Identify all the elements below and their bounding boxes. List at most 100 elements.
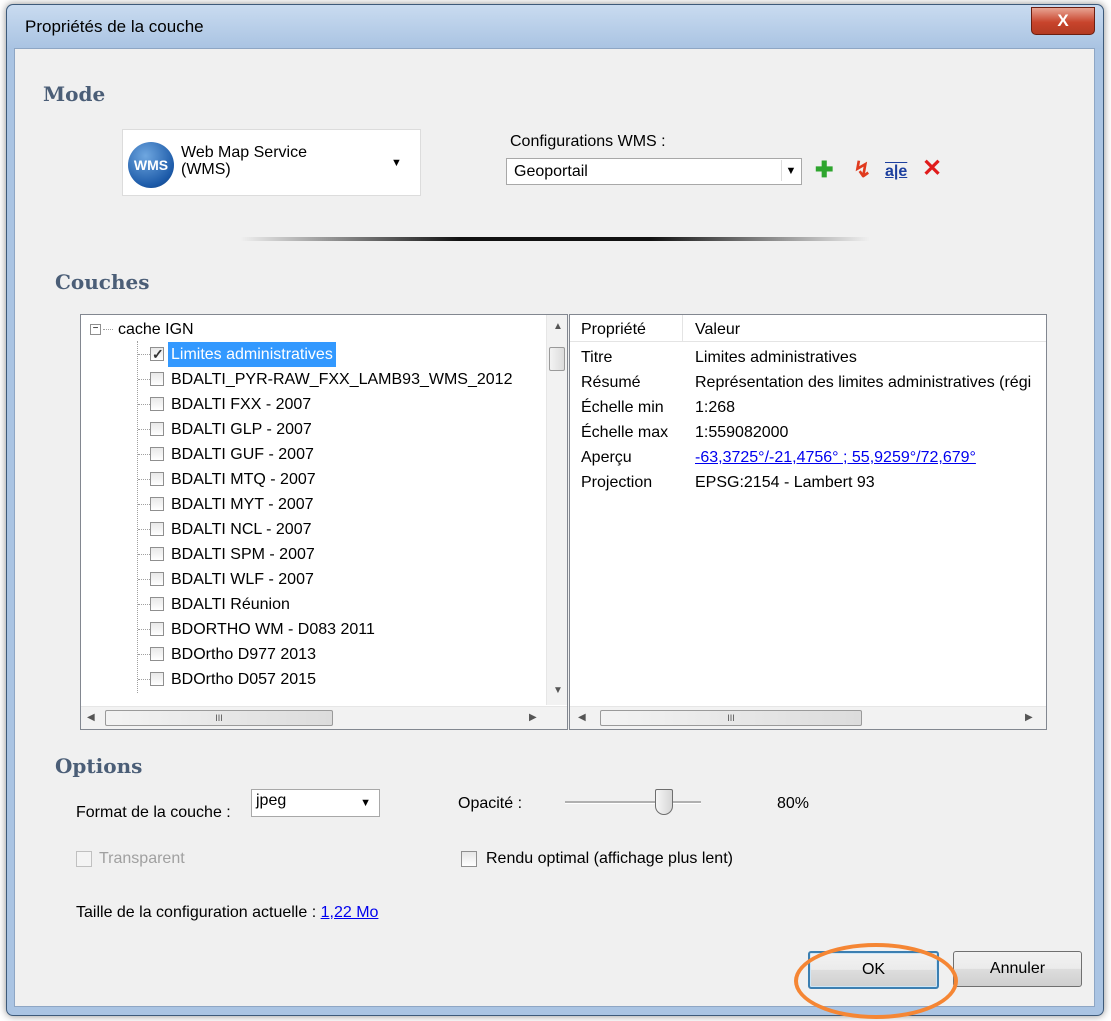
tree-connector (138, 479, 150, 480)
header-property[interactable]: Propriété (581, 321, 646, 339)
layer-tree-item[interactable]: BDOrtho D977 2013 (81, 642, 541, 667)
layer-checkbox[interactable] (150, 522, 164, 536)
tree-connector (138, 354, 150, 355)
scroll-thumb[interactable]: III (105, 710, 333, 726)
tree-root-label: cache IGN (118, 321, 194, 338)
layer-checkbox[interactable] (150, 572, 164, 586)
property-key: Échelle max (581, 424, 669, 441)
rename-config-icon[interactable]: a|e (885, 159, 907, 185)
scroll-left-icon[interactable]: ◀ (87, 712, 95, 723)
layer-checkbox[interactable] (150, 547, 164, 561)
layer-tree-item[interactable]: BDALTI FXX - 2007 (81, 392, 541, 417)
mode-dropdown[interactable]: WMS Web Map Service (WMS) ▼ (122, 129, 421, 196)
transparent-checkbox[interactable] (76, 851, 92, 867)
wms-config-select[interactable]: Geoportail ▼ (506, 158, 802, 185)
format-label: Format de la couche : (76, 804, 231, 821)
layer-checkbox[interactable] (150, 597, 164, 611)
config-size-link[interactable]: 1,22 Mo (321, 904, 379, 921)
properties-list[interactable]: Propriété Valeur Titre Limites administra… (569, 314, 1047, 730)
layer-checkbox[interactable] (150, 622, 164, 636)
layer-tree-item[interactable]: BDALTI SPM - 2007 (81, 542, 541, 567)
layer-label: BDALTI NCL - 2007 (171, 521, 312, 538)
add-config-icon[interactable]: ✚ (815, 157, 833, 183)
property-row[interactable]: Projection EPSG:2154 - Lambert 93 (570, 470, 1046, 495)
wms-logo-icon: WMS (128, 142, 174, 188)
tree-root[interactable]: − cache IGN (81, 317, 541, 342)
property-row[interactable]: Aperçu -63,3725°/-21,4756° ; 55,9259°/72,… (570, 445, 1046, 470)
layer-tree-item[interactable]: BDALTI GLP - 2007 (81, 417, 541, 442)
scroll-down-icon[interactable]: ▼ (553, 685, 563, 696)
chevron-down-icon: ▼ (391, 157, 402, 169)
refresh-config-icon[interactable]: ↯ (853, 157, 871, 183)
section-separator (240, 237, 870, 241)
layer-label: BDALTI SPM - 2007 (171, 546, 315, 563)
layer-tree-item[interactable]: BDALTI Réunion (81, 592, 541, 617)
properties-horizontal-scrollbar[interactable]: ◀ III ▶ (570, 706, 1046, 729)
layer-label: BDOrtho D977 2013 (171, 646, 316, 663)
opacity-slider-track[interactable] (565, 801, 701, 804)
layer-label: BDALTI FXX - 2007 (171, 396, 312, 413)
property-key: Projection (581, 474, 653, 491)
layer-checkbox[interactable] (150, 672, 164, 686)
title-bar[interactable]: Propriétés de la couche X (7, 5, 1103, 49)
properties-header: Propriété Valeur (570, 315, 1046, 342)
tree-connector (138, 654, 150, 655)
layer-tree-item[interactable]: BDALTI MTQ - 2007 (81, 467, 541, 492)
layer-checkbox[interactable] (150, 647, 164, 661)
collapse-icon[interactable]: − (90, 324, 101, 335)
property-value: Représentation des limites administrativ… (695, 374, 1032, 391)
scroll-thumb[interactable]: III (600, 710, 862, 726)
property-key: Échelle min (581, 399, 664, 416)
close-button[interactable]: X (1031, 7, 1095, 35)
layer-label: BDALTI MYT - 2007 (171, 496, 314, 513)
delete-config-icon[interactable]: ✕ (922, 156, 942, 182)
scroll-left-icon[interactable]: ◀ (578, 712, 586, 723)
layer-tree-item[interactable]: BDALTI NCL - 2007 (81, 517, 541, 542)
config-size-label: Taille de la configuration actuelle : 1,… (76, 904, 378, 922)
layer-checkbox[interactable] (150, 497, 164, 511)
mode-selected-label: Web Map Service (WMS) (181, 144, 307, 178)
property-key: Résumé (581, 374, 641, 391)
scroll-thumb[interactable] (549, 347, 565, 371)
transparent-label: Transparent (99, 850, 185, 867)
property-value: EPSG:2154 - Lambert 93 (695, 474, 875, 491)
scroll-up-icon[interactable]: ▲ (553, 321, 563, 332)
optimal-render-checkbox[interactable] (461, 851, 477, 867)
layer-label: BDALTI MTQ - 2007 (171, 471, 316, 488)
layer-checkbox[interactable] (150, 422, 164, 436)
layer-checkbox[interactable] (150, 447, 164, 461)
opacity-label: Opacité : (458, 795, 523, 812)
layer-checkbox[interactable] (150, 372, 164, 386)
format-select[interactable]: jpeg ▼ (251, 789, 380, 817)
layer-label: BDORTHO WM - D083 2011 (171, 621, 375, 638)
layer-checkbox[interactable] (150, 397, 164, 411)
property-value-link[interactable]: -63,3725°/-21,4756° ; 55,9259°/72,679° (695, 445, 976, 470)
ok-button[interactable]: OK (808, 951, 939, 989)
layer-tree-item[interactable]: BDORTHO WM - D083 2011 (81, 617, 541, 642)
layer-tree-item[interactable]: BDALTI GUF - 2007 (81, 442, 541, 467)
header-value[interactable]: Valeur (695, 321, 740, 339)
property-row[interactable]: Titre Limites administratives (570, 345, 1046, 370)
opacity-slider-thumb[interactable] (655, 789, 673, 815)
property-row[interactable]: Échelle min 1:268 (570, 395, 1046, 420)
property-row[interactable]: Résumé Représentation des limites adminis… (570, 370, 1046, 395)
tree-vertical-scrollbar[interactable]: ▲ ▼ (546, 315, 567, 705)
scroll-right-icon[interactable]: ▶ (1025, 712, 1033, 723)
scroll-right-icon[interactable]: ▶ (529, 712, 537, 723)
layer-tree-item[interactable]: Limites administratives (81, 342, 541, 367)
tree-connector (138, 404, 150, 405)
layer-tree[interactable]: − cache IGN Limites administratives BDALT… (80, 314, 568, 730)
layer-tree-item[interactable]: BDALTI MYT - 2007 (81, 492, 541, 517)
layer-checkbox[interactable] (150, 472, 164, 486)
property-row[interactable]: Échelle max 1:559082000 (570, 420, 1046, 445)
layer-tree-item[interactable]: BDALTI WLF - 2007 (81, 567, 541, 592)
dialog-title: Propriétés de la couche (25, 17, 204, 36)
layer-checkbox[interactable] (150, 342, 164, 367)
property-value: 1:559082000 (695, 424, 789, 441)
layer-tree-item[interactable]: BDALTI_PYR-RAW_FXX_LAMB93_WMS_2012 (81, 367, 541, 392)
tree-horizontal-scrollbar[interactable]: ◀ III ▶ (81, 706, 567, 729)
tree-connector (138, 504, 150, 505)
cancel-button[interactable]: Annuler (953, 951, 1082, 987)
tree-connector (138, 429, 150, 430)
layer-tree-item[interactable]: BDOrtho D057 2015 (81, 667, 541, 692)
